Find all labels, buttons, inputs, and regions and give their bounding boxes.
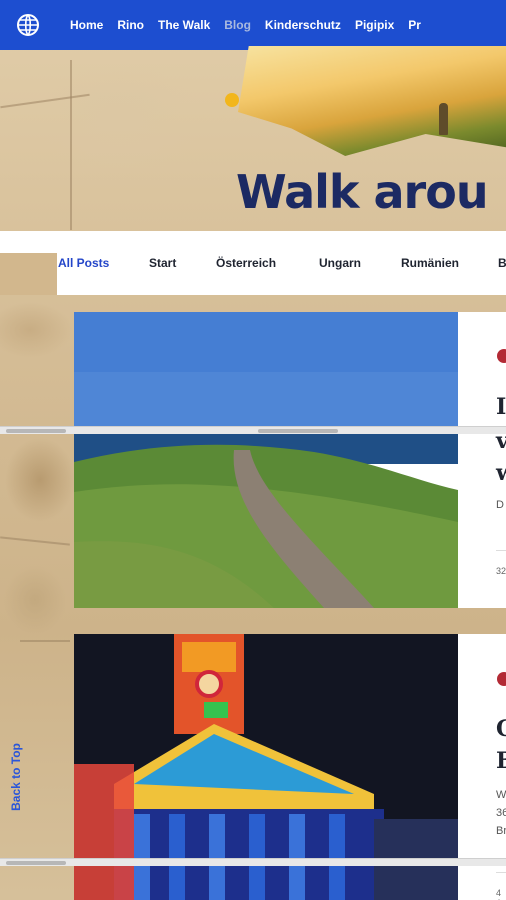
scrollbar-thumb[interactable] [258,429,338,433]
author-avatar[interactable] [497,349,506,363]
horizontal-scrollbar[interactable] [0,858,506,866]
category-all-posts[interactable]: All Posts [58,256,109,270]
hero-title: Walk arou [236,165,489,219]
scrollbar-thumb[interactable] [6,429,66,433]
nav-more[interactable]: Pr [408,18,421,32]
nav-the-walk[interactable]: The Walk [158,18,210,32]
coastal-path-photo[interactable] [74,312,458,608]
sun-dot [225,93,239,107]
category-bar: All Posts Start Österreich Ungarn Rumäni… [0,231,506,295]
divider [496,550,506,551]
back-to-top-button[interactable]: Back to Top [8,734,42,824]
nav-rino[interactable]: Rino [117,18,144,32]
walking-person-figure [439,103,448,135]
globe-icon [17,14,39,36]
horizontal-scrollbar[interactable] [0,426,506,434]
category-rumaenien[interactable]: Rumänien [401,256,459,270]
post-title-fragment[interactable]: Ic [496,394,506,420]
nav-home[interactable]: Home [70,18,103,32]
post-excerpt-fragment: W [496,789,506,801]
post-card[interactable] [74,312,506,608]
stone-edge [0,253,57,295]
post-excerpt-fragment: Br [496,825,506,837]
hero-photo [238,46,506,156]
post-count-fragment: 32 [496,566,506,576]
post-count-fragment: 4 A [496,888,502,900]
scrollbar-thumb[interactable] [6,861,66,865]
post-title-fragment[interactable]: B [496,748,506,774]
category-oesterreich[interactable]: Österreich [216,256,276,270]
post-title-fragment[interactable]: C [496,716,506,742]
author-avatar[interactable] [497,672,506,686]
category-ungarn[interactable]: Ungarn [319,256,361,270]
divider [496,872,506,873]
post-excerpt-fragment: 36 [496,807,506,819]
nav-blog[interactable]: Blog [224,18,251,32]
nav-kinderschutz[interactable]: Kinderschutz [265,18,341,32]
category-start[interactable]: Start [149,256,176,270]
post-title-fragment[interactable]: w [496,460,506,486]
back-to-top-label: Back to Top [8,743,23,811]
stone-crack [20,640,70,642]
post-meta-fragment: D [496,499,504,511]
category-more[interactable]: B [498,256,506,270]
hero-banner: Walk arou [0,43,506,231]
nav-pigipix[interactable]: Pigipix [355,18,394,32]
